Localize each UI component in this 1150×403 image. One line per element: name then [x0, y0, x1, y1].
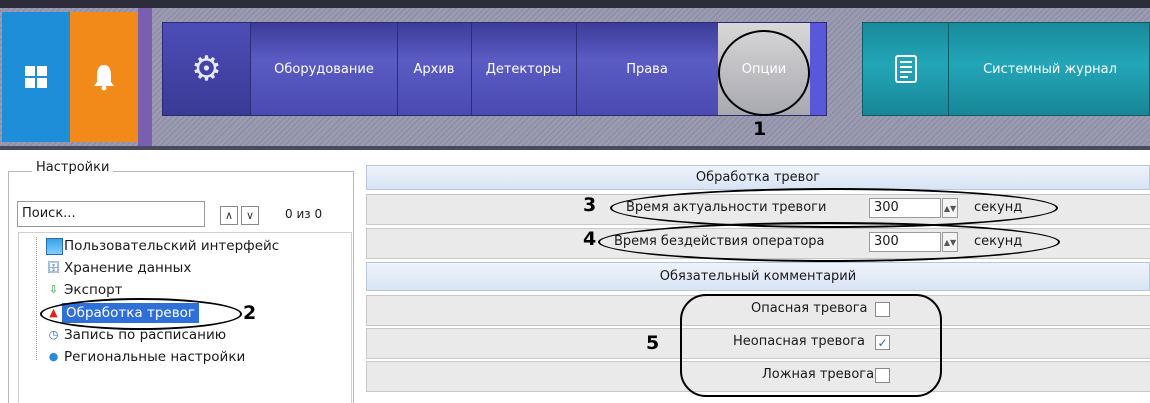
alarm-processing-header: Обработка тревог [366, 165, 1150, 190]
mandatory-comment-header: Обязательный комментарий [366, 262, 1150, 291]
nav-equipment[interactable]: Оборудование [251, 23, 398, 115]
search-result-count: 0 из 0 [285, 207, 323, 221]
toolbar-bottom-edge [0, 146, 1150, 150]
tree-item-regional-settings[interactable]: Региональные настройки [64, 347, 245, 367]
search-next-button[interactable]: ∨ [241, 206, 259, 225]
nav-detectors[interactable]: Детекторы [471, 23, 577, 115]
bell-icon [70, 12, 138, 142]
export-icon: ⇩ [48, 283, 59, 296]
globe-icon: ● [48, 350, 59, 363]
gears-icon[interactable]: ⚙ [163, 23, 251, 115]
nav-archive[interactable]: Архив [397, 23, 472, 115]
annotation-number-1: 1 [753, 118, 767, 140]
annotation-number-5: 5 [646, 332, 660, 354]
toolbar-top-edge [0, 0, 1150, 8]
annotation-oval-options [718, 30, 810, 116]
search-prev-button[interactable]: ∧ [220, 206, 238, 225]
annotation-number-2: 2 [243, 302, 257, 324]
annotation-number-3: 3 [583, 194, 597, 216]
tree-connector [36, 237, 37, 360]
settings-legend: Настройки [32, 160, 114, 175]
journal-icon [863, 23, 949, 115]
annotation-number-4: 4 [583, 228, 597, 250]
tree-item-storage[interactable]: Хранение данных [64, 258, 191, 278]
user-interface-icon [46, 238, 63, 255]
schedule-icon: ◷ [48, 328, 59, 341]
nav-end-cap [810, 23, 826, 115]
toolbar-accent-strip [138, 8, 152, 146]
nav-rights[interactable]: Права [576, 23, 719, 115]
annotation-rect-checkboxes [680, 294, 942, 397]
system-journal-label: Системный журнал [983, 61, 1117, 77]
search-input[interactable]: Поиск... [17, 201, 205, 227]
alarms-tile[interactable] [70, 12, 138, 142]
annotation-oval-tree-item [40, 298, 242, 330]
annotation-oval-idle [598, 222, 1060, 262]
tree-item-user-interface[interactable]: Пользовательский интерфейс [64, 236, 279, 256]
windows-grid-icon [2, 12, 70, 142]
windows-tile[interactable] [2, 12, 70, 142]
tree-item-export[interactable]: Экспорт [64, 280, 123, 300]
storage-icon: 🗄 [46, 261, 61, 274]
